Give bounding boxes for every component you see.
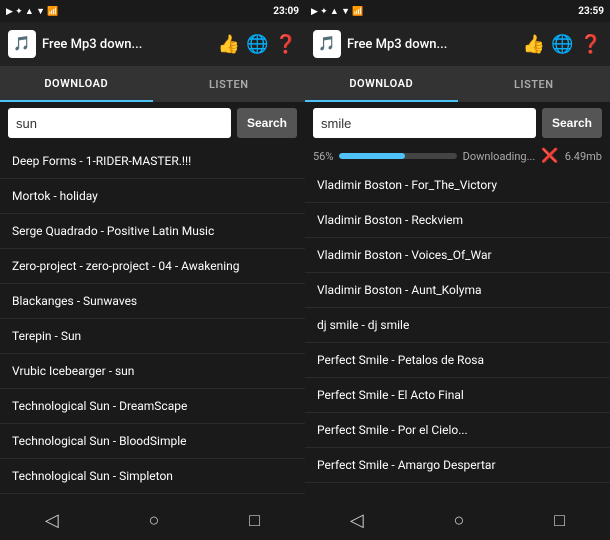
left-app-icon: 🎵 <box>8 30 36 58</box>
right-nav-bar: ◁ ○ □ <box>305 500 610 540</box>
right-song-list: Vladimir Boston - For_The_Victory Vladim… <box>305 168 610 500</box>
left-nav-bar: ◁ ○ □ <box>0 500 305 540</box>
left-panel: Search Deep Forms - 1-RIDER-MASTER.!!! M… <box>0 102 305 500</box>
list-item[interactable]: Technological Sun - Simpleton <box>0 459 305 494</box>
right-help-icon[interactable]: ❓ <box>580 34 602 55</box>
cancel-download-icon[interactable]: ❌ <box>541 148 558 164</box>
left-help-icon[interactable]: ❓ <box>275 34 297 55</box>
left-search-button[interactable]: Search <box>237 108 297 138</box>
right-thumbs-icon[interactable]: 👍 <box>523 34 545 55</box>
left-tab-download[interactable]: DOWNLOAD <box>0 66 153 102</box>
list-item[interactable]: Vladimir Boston - For_The_Victory <box>305 168 610 203</box>
left-time: 23:09 <box>273 6 299 17</box>
right-recent-icon[interactable]: □ <box>554 510 565 531</box>
left-home-icon[interactable]: ○ <box>149 510 160 531</box>
right-app-header: 🎵 Free Mp3 down... 👍 🌐 ❓ <box>305 22 610 66</box>
right-search-bar: Search <box>305 102 610 144</box>
list-item[interactable]: Perfect Smile - El Acto Final <box>305 378 610 413</box>
right-globe-icon[interactable]: 🌐 <box>551 34 573 55</box>
list-item[interactable]: Vladimir Boston - Voices_Of_War <box>305 238 610 273</box>
list-item[interactable]: Vladimir Boston - Aunt_Kolyma <box>305 273 610 308</box>
list-item[interactable]: Serge Quadrado - Positive Latin Music <box>0 214 305 249</box>
left-tab-listen[interactable]: LISTEN <box>153 66 306 102</box>
left-tabs: DOWNLOAD LISTEN <box>0 66 305 102</box>
right-home-icon[interactable]: ○ <box>454 510 465 531</box>
list-item[interactable]: Vladimir Boston - Reckviem <box>305 203 610 238</box>
list-item[interactable]: dj smile - dj smile <box>305 308 610 343</box>
right-app-title: Free Mp3 down... <box>347 37 517 52</box>
list-item[interactable]: Technological Sun - DreamScape <box>0 389 305 424</box>
right-app-icon: 🎵 <box>313 30 341 58</box>
left-header-icons: 👍 🌐 ❓ <box>218 34 297 55</box>
progress-bar-container <box>339 153 456 159</box>
list-item[interactable]: Mortok - holiday <box>0 179 305 214</box>
right-back-icon[interactable]: ◁ <box>350 510 364 531</box>
download-progress-bar: 56% Downloading... ❌ 6.49mb <box>305 144 610 168</box>
left-search-input[interactable] <box>8 108 231 138</box>
list-item[interactable]: Deep Forms - 1-RIDER-MASTER.!!! <box>0 144 305 179</box>
right-search-input[interactable] <box>313 108 536 138</box>
right-tab-listen[interactable]: LISTEN <box>458 66 610 102</box>
right-header-icons: 👍 🌐 ❓ <box>523 34 602 55</box>
progress-percent: 56% <box>313 150 333 163</box>
right-tab-download[interactable]: DOWNLOAD <box>305 66 458 102</box>
left-search-bar: Search <box>0 102 305 144</box>
right-status-icons: ▶ ✦ ▲ ▼ 📶 <box>311 6 363 17</box>
left-globe-icon[interactable]: 🌐 <box>246 34 268 55</box>
list-item[interactable]: Perfect Smile - Petalos de Rosa <box>305 343 610 378</box>
left-status-icons: ▶ ✦ ▲ ▼ 📶 <box>6 6 58 17</box>
list-item[interactable]: Terepin - Sun <box>0 319 305 354</box>
list-item[interactable]: Vrubic Icebearger - sun <box>0 354 305 389</box>
right-panel: Search 56% Downloading... ❌ 6.49mb Vladi… <box>305 102 610 500</box>
file-size-label: 6.49mb <box>565 150 602 163</box>
left-app-title: Free Mp3 down... <box>42 37 212 52</box>
right-search-button[interactable]: Search <box>542 108 602 138</box>
list-item[interactable]: Perfect Smile - Amargo Despertar <box>305 448 610 483</box>
left-recent-icon[interactable]: □ <box>249 510 260 531</box>
right-tabs: DOWNLOAD LISTEN <box>305 66 610 102</box>
list-item[interactable]: Blackanges - Sunwaves <box>0 284 305 319</box>
list-item[interactable]: Technological Sun - BloodSimple <box>0 424 305 459</box>
list-item[interactable]: Zero-project - zero-project - 04 - Awake… <box>0 249 305 284</box>
right-time: 23:59 <box>578 6 604 17</box>
downloading-label: Downloading... <box>463 150 536 163</box>
list-item[interactable]: Perfect Smile - Por el Cielo... <box>305 413 610 448</box>
progress-bar-fill <box>339 153 405 159</box>
left-song-list: Deep Forms - 1-RIDER-MASTER.!!! Mortok -… <box>0 144 305 500</box>
left-back-icon[interactable]: ◁ <box>45 510 59 531</box>
left-status-bar: ▶ ✦ ▲ ▼ 📶 23:09 <box>0 0 305 22</box>
left-app-header: 🎵 Free Mp3 down... 👍 🌐 ❓ <box>0 22 305 66</box>
left-thumbs-icon[interactable]: 👍 <box>218 34 240 55</box>
right-status-bar: ▶ ✦ ▲ ▼ 📶 23:59 <box>305 0 610 22</box>
